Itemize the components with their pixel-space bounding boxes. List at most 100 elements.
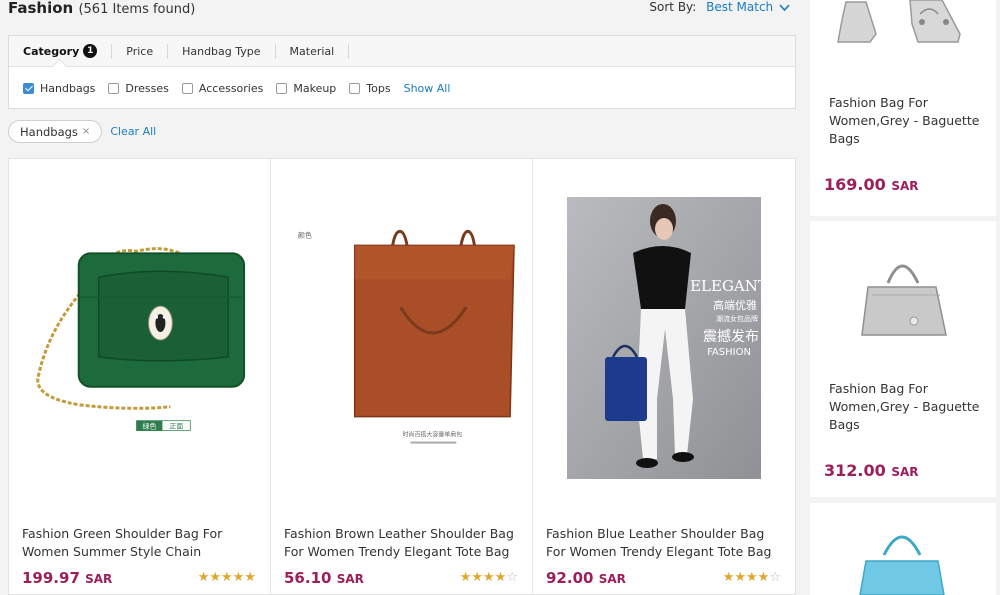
checkbox-tops[interactable]: [349, 82, 361, 94]
overlay-fashion: FASHION: [707, 347, 751, 358]
show-all-link[interactable]: Show All: [404, 82, 451, 95]
product-name-line: Fashion Green Shoulder Bag For: [22, 526, 223, 541]
active-filters: Handbags × Clear All: [8, 120, 156, 143]
sidebar-product-price: 312.00 SAR: [824, 461, 919, 480]
product-name-line: Fashion Blue Leather Shoulder Bag: [546, 526, 765, 541]
option-label: Handbags: [40, 81, 96, 95]
product-card[interactable]: ELEGANT 高端优雅 潮流女包品牌 震撼发布 FASHION Fashion…: [533, 159, 795, 594]
price-value: 56.10: [284, 569, 332, 587]
blue-tote-model-image[interactable]: ELEGANT 高端优雅 潮流女包品牌 震撼发布 FASHION: [533, 159, 795, 509]
clear-all-link[interactable]: Clear All: [110, 125, 156, 138]
product-name-line: Bags: [829, 417, 860, 432]
price-value: 199.97: [22, 569, 80, 587]
tab-price-label: Price: [126, 44, 154, 58]
product-name-line: Fashion Bag For: [829, 381, 928, 396]
sidebar-product-card[interactable]: Fashion Bag For Women,Grey - Baguette Ba…: [810, 0, 996, 216]
items-count: (561 Items found): [78, 2, 196, 17]
recommended-sidebar: Fashion Bag For Women,Grey - Baguette Ba…: [810, 0, 996, 595]
product-name-line: For Women Trendy Elegant Tote Bag: [284, 544, 510, 559]
product-price: 56.10 SAR: [284, 569, 364, 587]
product-name[interactable]: Fashion Blue Leather Shoulder Bag For Wo…: [546, 525, 786, 561]
close-icon[interactable]: ×: [82, 126, 90, 137]
option-accessories[interactable]: Accessories: [181, 81, 264, 95]
product-card[interactable]: 颜色 时尚百搭大容量单肩包 Fashion Brown Leather Shou…: [271, 159, 533, 594]
green-shoulder-bag-image[interactable]: 绿色 正面: [9, 159, 270, 509]
option-handbags[interactable]: Handbags: [23, 82, 95, 95]
sort-label: Sort By:: [649, 0, 697, 14]
price-value: 92.00: [546, 569, 594, 587]
star-full-icon: ★★★★: [197, 570, 245, 585]
sidebar-product-name[interactable]: Fashion Bag For Women,Grey - Baguette Ba…: [829, 380, 989, 434]
tab-price[interactable]: Price: [126, 43, 169, 59]
product-name-line: Bags: [829, 131, 860, 146]
overlay-note: 潮流女包品牌: [716, 314, 758, 323]
tab-material-label: Material: [289, 44, 335, 58]
rating-stars: ★★★★★: [198, 570, 256, 585]
star-full-icon: ★★★★: [459, 570, 507, 585]
image-note: 颜色: [298, 230, 312, 239]
product-name-line: Fashion Bag For: [829, 95, 928, 110]
option-makeup[interactable]: Makeup: [276, 82, 336, 95]
option-label: Accessories: [198, 81, 264, 95]
star-half-icon: ★: [244, 570, 256, 585]
product-name-line: Fashion Brown Leather Shoulder Bag: [284, 526, 514, 541]
chip-label: Handbags: [20, 124, 78, 139]
option-label: Makeup: [293, 81, 337, 95]
sidebar-product-price: 169.00 SAR: [824, 175, 919, 194]
rating-stars: ★★★★☆: [723, 570, 781, 585]
image-tag-view: 正面: [169, 423, 183, 431]
results-header: Fashion (561 Items found) Sort By: Best …: [8, 0, 796, 20]
product-name[interactable]: Fashion Brown Leather Shoulder Bag For W…: [284, 525, 524, 561]
option-label: Dresses: [125, 81, 169, 95]
overlay-title: ELEGANT: [690, 277, 768, 295]
price-currency: SAR: [85, 572, 113, 586]
chevron-down-icon[interactable]: [779, 3, 790, 12]
grey-bags-pair-image[interactable]: [810, 0, 996, 80]
price-value: 169.00: [824, 175, 886, 194]
tab-category[interactable]: Category 1: [23, 43, 113, 59]
brown-tote-bag-image[interactable]: 颜色 时尚百搭大容量单肩包: [271, 159, 532, 509]
overlay-subtitle: 高端优雅: [713, 298, 757, 312]
star-full-icon: ★★★★: [722, 570, 770, 585]
image-caption: 时尚百搭大容量单肩包: [403, 431, 463, 439]
product-name-line: For Women Trendy Elegant Tote Bag: [546, 544, 772, 559]
price-currency: SAR: [891, 179, 919, 193]
rating-stars: ★★★★☆: [460, 570, 518, 585]
tab-handbag-type[interactable]: Handbag Type: [182, 43, 276, 59]
checkbox-accessories[interactable]: [181, 82, 193, 94]
checkbox-makeup[interactable]: [276, 82, 288, 94]
option-dresses[interactable]: Dresses: [108, 81, 169, 95]
option-tops[interactable]: Tops: [349, 82, 391, 95]
price-currency: SAR: [891, 465, 919, 479]
product-name-line: Women Summer Style Chain: [22, 544, 202, 559]
sort-value[interactable]: Best Match: [706, 0, 773, 14]
selection-count-badge: 1: [83, 44, 98, 58]
checkbox-dresses[interactable]: [108, 82, 120, 94]
grey-handbag-image[interactable]: [810, 221, 996, 371]
star-empty-icon: ☆: [506, 570, 518, 585]
price-currency: SAR: [336, 572, 364, 586]
product-name[interactable]: Fashion Green Shoulder Bag For Women Sum…: [22, 525, 262, 561]
category-title: Fashion: [8, 0, 74, 17]
star-empty-icon: ☆: [769, 570, 781, 585]
tab-material[interactable]: Material: [289, 43, 350, 59]
filter-chip-handbags[interactable]: Handbags ×: [8, 120, 103, 143]
product-card[interactable]: 绿色 正面 Fashion Green Shoulder Bag For Wom…: [9, 159, 271, 594]
overlay-headline: 震撼发布: [703, 329, 759, 345]
sidebar-product-card[interactable]: Fashion Bag For Women,Grey - Baguette Ba…: [810, 221, 996, 497]
light-blue-handbag-image[interactable]: [810, 503, 996, 595]
filter-tabs: Category 1 Price Handbag Type Material: [9, 36, 795, 75]
product-price: 199.97 SAR: [22, 569, 112, 587]
sidebar-product-name[interactable]: Fashion Bag For Women,Grey - Baguette Ba…: [829, 94, 989, 148]
product-name-line: Women,Grey - Baguette: [829, 113, 980, 128]
filter-panel: Category 1 Price Handbag Type Material H…: [8, 35, 796, 109]
checkbox-handbags[interactable]: [23, 82, 34, 94]
product-grid: 绿色 正面 Fashion Green Shoulder Bag For Wom…: [8, 158, 796, 595]
sort-control[interactable]: Sort By: Best Match: [649, 0, 790, 14]
tab-handbag-type-label: Handbag Type: [182, 44, 261, 58]
tab-category-label: Category: [23, 44, 80, 58]
price-currency: SAR: [598, 572, 626, 586]
sidebar-product-card[interactable]: [810, 503, 996, 595]
category-options: Handbags Dresses Accessories Makeup Tops…: [9, 67, 795, 109]
page-title: Fashion (561 Items found): [8, 0, 195, 17]
